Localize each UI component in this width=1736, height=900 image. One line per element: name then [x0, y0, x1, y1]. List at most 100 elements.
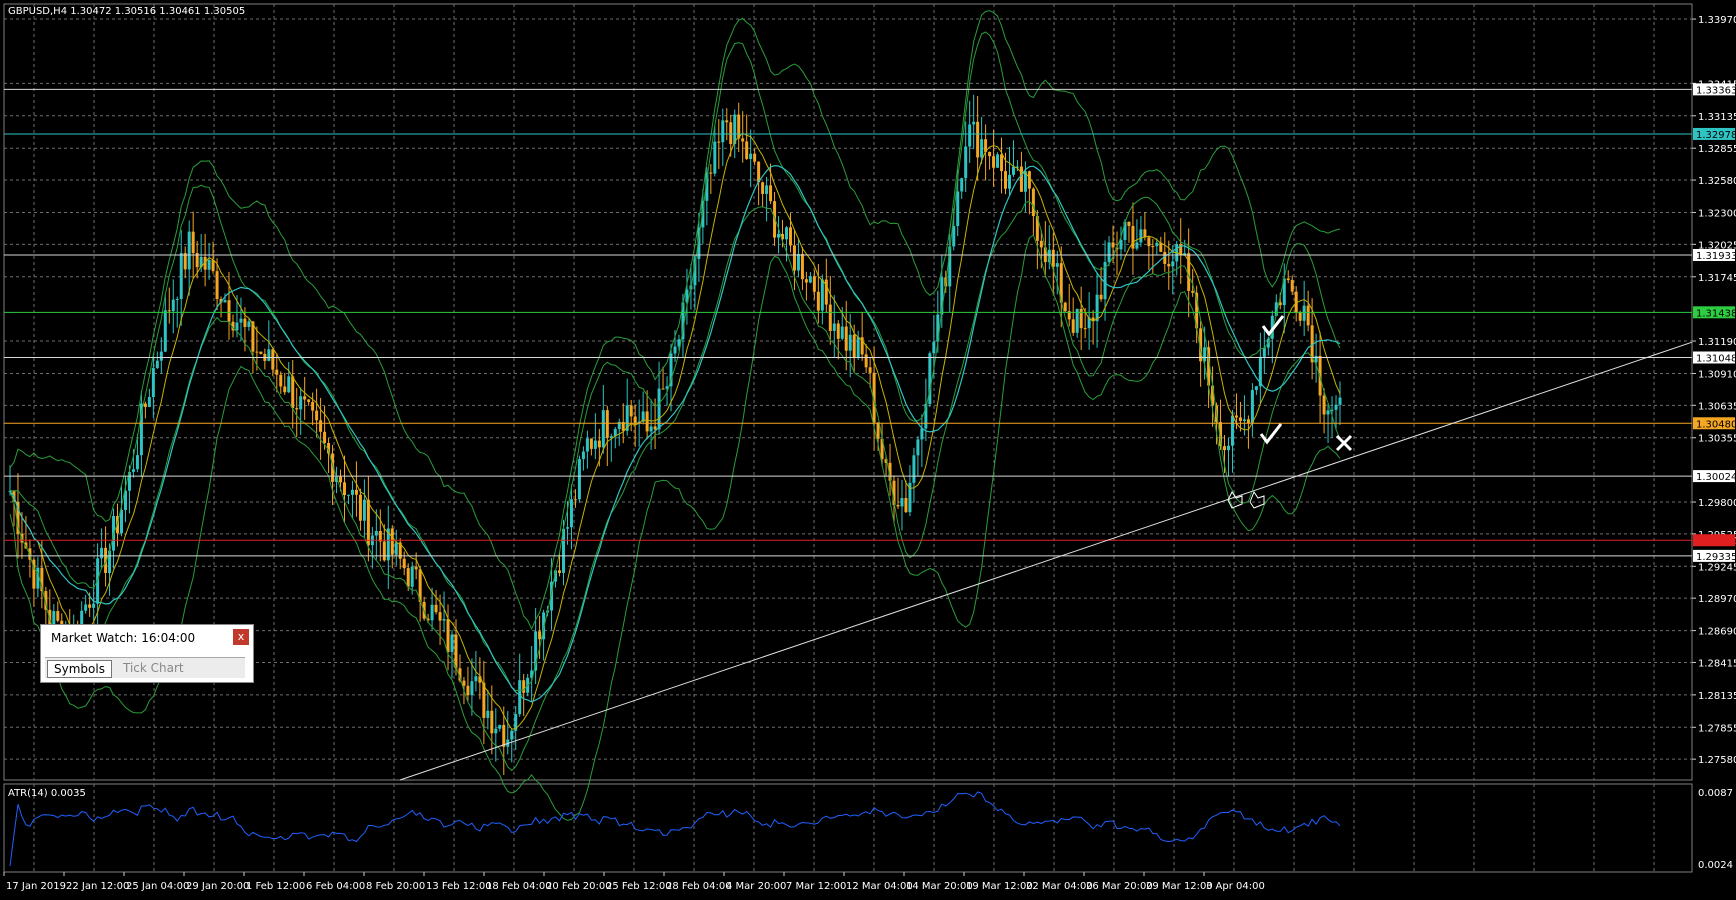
candle-body [175, 299, 179, 301]
market-watch-tabs: Symbols Tick Chart [45, 657, 245, 678]
candle-body [904, 498, 908, 513]
candle-body [765, 185, 769, 194]
candle-body [239, 318, 243, 323]
candle-body [848, 334, 852, 351]
time-tick-label: 19 Mar 12:00 [966, 881, 1033, 892]
candle-body [1171, 261, 1175, 267]
candle-body [223, 300, 227, 303]
candle-body [976, 121, 980, 158]
candle-body [1107, 242, 1111, 262]
candle-body [434, 604, 438, 613]
candle-body [498, 724, 502, 729]
candle-body [319, 420, 323, 432]
candle-body [1111, 242, 1115, 248]
price-tag-label: 1.29335 [1696, 552, 1736, 563]
bollinger-upper [9, 10, 1341, 631]
candle-body [538, 631, 542, 640]
candle-body [382, 541, 386, 561]
candle-body [673, 346, 677, 354]
candle-body [996, 154, 1000, 168]
candle-body [1095, 294, 1099, 322]
candle-body [1135, 242, 1139, 249]
candle-body [295, 408, 299, 410]
candle-body [350, 489, 354, 495]
candle-body [1004, 171, 1008, 189]
candle-body [777, 234, 781, 238]
chart-window[interactable]: 1.339701.334151.331351.328551.325801.323… [0, 0, 1736, 896]
candle-body [653, 426, 657, 430]
price-tick-label: 1.28135 [1698, 691, 1736, 702]
candle-body [131, 469, 135, 472]
candle-body [1083, 328, 1087, 330]
candle-body [1143, 229, 1147, 238]
candle-body [1338, 397, 1342, 405]
price-tick-label: 1.27855 [1698, 723, 1736, 734]
candle-body [279, 374, 283, 387]
candle-body [980, 139, 984, 158]
candle-body [589, 438, 593, 449]
candle-body [852, 334, 856, 358]
candle-body [470, 681, 474, 696]
candle-body [358, 494, 362, 521]
candle-body [816, 291, 820, 311]
candle-body [462, 680, 466, 686]
candle-body [972, 121, 976, 125]
candle-body [729, 122, 733, 144]
close-icon[interactable]: x [233, 629, 249, 645]
candle-body [1139, 229, 1143, 243]
atr-scale-top: 0.0087 [1698, 788, 1733, 799]
candle-body [1051, 249, 1055, 267]
candle-body [267, 349, 271, 361]
time-tick-label: 13 Feb 12:00 [426, 881, 492, 892]
time-tick-label: 8 Feb 20:00 [366, 881, 425, 892]
candle-body [346, 494, 350, 496]
candle-body [342, 482, 346, 496]
main-pane-frame [3, 3, 1693, 781]
candle-body [1031, 188, 1035, 217]
candle-body [645, 411, 649, 432]
candle-body [183, 253, 187, 270]
candle-body [191, 231, 195, 254]
candle-body [721, 120, 725, 143]
candle-body [832, 323, 836, 331]
candle-body [315, 410, 319, 421]
candle-body [275, 369, 279, 375]
candle-body [339, 476, 343, 483]
candle-body [88, 604, 92, 608]
candle-body [1191, 290, 1195, 293]
candle-body [502, 724, 506, 747]
candle-body [896, 504, 900, 507]
tab-symbols[interactable]: Symbols [47, 660, 112, 678]
price-tick-label: 1.27580 [1698, 755, 1736, 766]
candle-body [960, 178, 964, 192]
time-tick-label: 1 Feb 12:00 [246, 881, 305, 892]
atr-scale-bottom: 0.0024 [1698, 860, 1733, 871]
candle-body [864, 354, 868, 368]
candle-body [390, 528, 394, 555]
price-tick-label: 1.31190 [1698, 337, 1736, 348]
price-tick-label: 1.29245 [1698, 562, 1736, 573]
candle-body [1147, 237, 1151, 247]
candle-body [510, 730, 514, 740]
candle-body [792, 245, 796, 271]
candle-body [828, 304, 832, 331]
candle-body [299, 396, 303, 410]
candle-body [235, 322, 239, 331]
candle-body [1246, 419, 1250, 423]
candle-body [119, 509, 123, 534]
price-tick-label: 1.33135 [1698, 112, 1736, 123]
price-chart[interactable]: 1.339701.334151.331351.328551.325801.323… [0, 0, 1736, 896]
atr-pane-frame [3, 783, 1693, 873]
tab-tick-chart[interactable]: Tick Chart [117, 660, 190, 676]
candle-body [856, 337, 860, 358]
candle-body [820, 279, 824, 311]
candle-body [1119, 239, 1123, 250]
candle-body [486, 710, 490, 718]
candle-body [1334, 404, 1338, 410]
candle-body [255, 351, 259, 353]
candle-body [147, 397, 151, 407]
candle-body [796, 253, 800, 271]
candle-body [1322, 395, 1326, 415]
candle-body [1223, 446, 1227, 451]
market-watch-window[interactable]: Market Watch: 16:04:00 x Symbols Tick Ch… [40, 624, 254, 683]
